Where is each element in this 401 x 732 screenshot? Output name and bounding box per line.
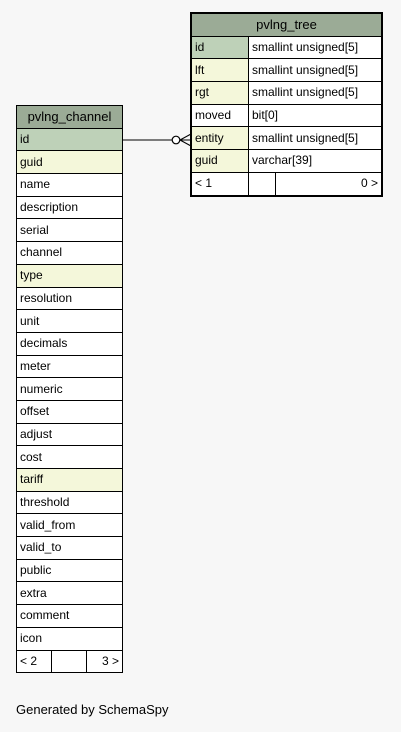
column-name[interactable]: comment [16,604,123,628]
parents-count[interactable]: < 2 [16,649,52,674]
table-pvlng-channel: pvlng_channel id guid name description seria… [16,105,123,674]
table-name[interactable]: pvlng_channel [16,105,123,129]
column-name[interactable]: unit [16,309,123,333]
column-name[interactable]: entity [190,126,249,151]
column-row: threshold [16,490,123,515]
footer-spacer [248,171,276,197]
column-row: public [16,558,123,583]
column-type: bit[0] [248,103,383,128]
column-row: name [16,173,123,197]
column-name[interactable]: numeric [16,377,123,401]
column-name[interactable]: public [16,558,123,583]
column-name[interactable]: guid [16,150,123,175]
footer-spacer [51,649,87,674]
column-name[interactable]: id [190,35,249,60]
relationship-footer: < 2 3 > [16,649,123,674]
column-row: icon [16,626,123,651]
column-row: guid [16,150,123,175]
column-row: comment [16,604,123,628]
column-row: id [16,127,123,152]
column-name[interactable]: offset [16,399,123,424]
table-name[interactable]: pvlng_tree [190,12,383,37]
column-name[interactable]: decimals [16,331,123,356]
column-name[interactable]: adjust [16,422,123,447]
column-row: adjust [16,422,123,447]
column-name[interactable]: id [16,127,123,152]
column-name[interactable]: meter [16,354,123,379]
table-header: pvlng_channel [16,105,123,129]
column-name[interactable]: valid_to [16,536,123,560]
column-row: decimals [16,331,123,356]
column-row: rgt smallint unsigned[5] [190,81,383,105]
column-name[interactable]: extra [16,581,123,606]
column-name[interactable]: lft [190,58,249,83]
column-row: tariff [16,468,123,492]
table-pvlng-tree: pvlng_tree id smallint unsigned[5] lft smal… [190,12,383,197]
column-type: smallint unsigned[5] [248,35,383,60]
parents-count[interactable]: < 1 [190,171,249,197]
column-row: offset [16,399,123,424]
column-name[interactable]: guid [190,149,249,173]
column-row: serial [16,218,123,243]
zero-optionality-marker [171,135,181,145]
column-row: lft smallint unsigned[5] [190,58,383,83]
children-count[interactable]: 3 > [86,649,123,674]
column-row: description [16,195,123,220]
column-name[interactable]: valid_from [16,513,123,538]
column-row: channel [16,241,123,265]
column-row: entity smallint unsigned[5] [190,126,383,151]
column-row: moved bit[0] [190,103,383,128]
column-name[interactable]: cost [16,445,123,469]
column-name[interactable]: name [16,173,123,197]
column-row: unit [16,309,123,333]
generated-by-label: Generated by SchemaSpy [16,702,169,717]
column-type: smallint unsigned[5] [248,81,383,105]
column-name[interactable]: moved [190,103,249,128]
relationship-footer: < 1 0 > [190,171,383,197]
column-row: id smallint unsigned[5] [190,35,383,60]
column-name[interactable]: description [16,195,123,220]
column-name[interactable]: resolution [16,286,123,311]
column-name[interactable]: tariff [16,468,123,492]
column-row: resolution [16,286,123,311]
table-header: pvlng_tree [190,12,383,37]
column-row: extra [16,581,123,606]
column-row: guid varchar[39] [190,149,383,173]
column-name[interactable]: channel [16,241,123,265]
column-type: smallint unsigned[5] [248,126,383,151]
column-row: numeric [16,377,123,401]
column-name[interactable]: icon [16,626,123,651]
column-row: meter [16,354,123,379]
column-name[interactable]: threshold [16,490,123,515]
column-row: valid_from [16,513,123,538]
children-count[interactable]: 0 > [275,171,383,197]
column-row: type [16,263,123,288]
column-name[interactable]: rgt [190,81,249,105]
column-row: valid_to [16,536,123,560]
column-name[interactable]: serial [16,218,123,243]
column-type: varchar[39] [248,149,383,173]
column-row: cost [16,445,123,469]
column-name[interactable]: type [16,263,123,288]
column-type: smallint unsigned[5] [248,58,383,83]
